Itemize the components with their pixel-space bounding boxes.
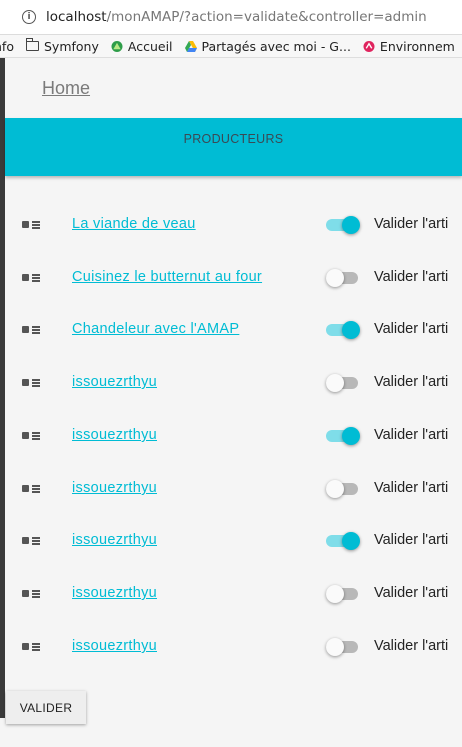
red-circle-icon [363,40,375,52]
toggle-knob [326,374,344,392]
info-icon[interactable]: i [22,10,36,24]
toggle-knob [342,216,360,234]
toggle-knob [342,321,360,339]
banner-title: PRODUCTEURS [183,132,284,146]
bookmark-label: Accueil [127,38,173,54]
bookmark-symfony[interactable]: Symfony [25,38,99,54]
validate-toggle[interactable] [326,480,360,498]
validate-toggle[interactable] [326,585,360,603]
validate-toggle[interactable] [326,321,360,339]
article-list-icon [22,378,40,388]
validate-toggle[interactable] [326,269,360,287]
validate-label: Valider l'arti [374,532,449,548]
toggle-knob [326,585,344,603]
bookmark-accueil[interactable]: Accueil [111,39,173,54]
bookmark-label: nfo [0,38,14,54]
article-row: issouezrthyu Valider l'arti [0,526,462,556]
bookmark-label: Partagés avec moi - G... [201,38,351,54]
validate-label: Valider l'arti [374,216,449,232]
article-row: issouezrthyu Valider l'arti [0,579,462,609]
toggle-knob [326,638,344,656]
article-title-link[interactable]: issouezrthyu [72,585,157,601]
validate-toggle[interactable] [326,638,360,656]
bookmarks-bar: nfo Symfony Accueil Partagés avec moi - … [0,35,462,58]
article-list-icon [22,589,40,599]
bookmark-partages[interactable]: Partagés avec moi - G... [184,38,351,54]
validate-label: Valider l'arti [374,374,449,390]
article-list-icon [22,536,40,546]
article-title-link[interactable]: La viande de veau [72,216,196,232]
article-title-link[interactable]: issouezrthyu [72,480,157,496]
folder-icon [25,38,39,51]
address-bar[interactable]: i localhost/monAMAP/?action=validate&con… [0,0,462,35]
article-title-link[interactable]: Chandeleur avec l'AMAP [72,321,239,337]
article-title-link[interactable]: issouezrthyu [72,532,157,548]
article-list-icon [22,484,40,494]
toggle-knob [326,269,344,287]
url-text[interactable]: localhost/monAMAP/?action=validate&contr… [46,9,427,25]
validate-toggle[interactable] [326,532,360,550]
bookmark-label: Environnem [379,38,455,54]
validate-button[interactable]: VALIDER [6,691,86,724]
article-row: Chandeleur avec l'AMAP Valider l'arti [0,315,462,345]
validate-label: Valider l'arti [374,321,449,337]
validate-toggle[interactable] [326,427,360,445]
google-drive-icon [184,40,197,52]
toggle-knob [342,532,360,550]
toggle-knob [326,480,344,498]
validate-toggle[interactable] [326,374,360,392]
green-triangle-icon [111,40,123,52]
toggle-knob [342,427,360,445]
validate-label: Valider l'arti [374,269,449,285]
article-row: issouezrthyu Valider l'arti [0,474,462,504]
bookmark-label: Symfony [43,38,99,54]
article-row: Cuisinez le butternut au four Valider l'a… [0,263,462,293]
home-link[interactable]: Home [42,78,90,99]
article-title-link[interactable]: Cuisinez le butternut au four [72,269,262,285]
validate-label: Valider l'arti [374,480,449,496]
bookmark-environnement[interactable]: Environnem [363,39,455,54]
producers-banner: PRODUCTEURS [5,118,462,176]
article-row: issouezrthyu Valider l'arti [0,368,462,398]
article-list-icon [22,642,40,652]
article-title-link[interactable]: issouezrthyu [72,638,157,654]
article-list-icon [22,325,40,335]
url-host: localhost [46,9,107,25]
url-path: /monAMAP/?action=validate&controller=adm… [106,9,427,25]
validate-label: Valider l'arti [374,638,449,654]
article-row: issouezrthyu Valider l'arti [0,632,462,662]
bookmark-info[interactable]: nfo [0,39,14,54]
article-list-icon [22,220,40,230]
article-row: issouezrthyu Valider l'arti [0,421,462,451]
article-row: La viande de veau Valider l'arti [0,210,462,240]
validate-toggle[interactable] [326,216,360,234]
validate-label: Valider l'arti [374,585,449,601]
validate-label: Valider l'arti [374,427,449,443]
article-title-link[interactable]: issouezrthyu [72,427,157,443]
article-list-icon [22,431,40,441]
article-title-link[interactable]: issouezrthyu [72,374,157,390]
article-list-icon [22,273,40,283]
